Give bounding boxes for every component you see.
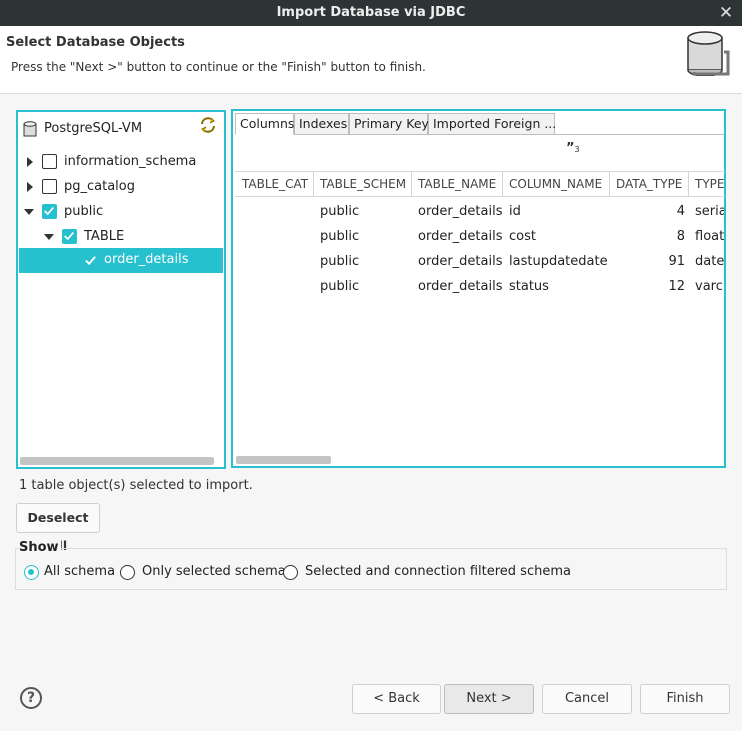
table-row[interactable]: public order_details id 4 seria xyxy=(235,199,724,224)
table-row[interactable]: public order_details status 12 varcl xyxy=(235,274,724,299)
expand-arrow-icon[interactable] xyxy=(25,156,35,168)
back-button[interactable]: < Back xyxy=(352,684,441,714)
tree-node-pg-catalog[interactable]: pg_catalog xyxy=(20,175,224,199)
cell-table-schem: public xyxy=(320,279,360,294)
cell-data-type: 8 xyxy=(676,229,685,244)
cell-table-name: order_details xyxy=(418,254,503,269)
deselect-all-button[interactable]: Deselect All xyxy=(16,503,100,553)
cell-table-schem: public xyxy=(320,204,360,219)
page-title: Select Database Objects xyxy=(6,35,185,50)
cell-column-name: cost xyxy=(509,229,536,244)
tab-imported-foreign[interactable]: Imported Foreign ... xyxy=(428,113,556,135)
tree-root[interactable]: PostgreSQL-VM xyxy=(22,118,222,140)
radio-dot[interactable] xyxy=(283,565,298,580)
node-label: order_details xyxy=(104,252,189,267)
wizard-banner: Select Database Objects Press the "Next … xyxy=(0,26,742,94)
radio-all-schema[interactable]: All schema xyxy=(24,564,124,582)
column-header-table-schem[interactable]: TABLE_SCHEM xyxy=(314,171,412,197)
close-icon[interactable]: ✕ xyxy=(716,0,736,26)
node-label: information_schema xyxy=(64,154,197,169)
details-horizontal-scrollbar[interactable] xyxy=(236,456,331,464)
connection-label: PostgreSQL-VM xyxy=(44,121,143,136)
cell-table-name: order_details xyxy=(418,204,503,219)
tab-primary-key[interactable]: Primary Key xyxy=(349,113,429,135)
table-row[interactable]: public order_details cost 8 float xyxy=(235,224,724,249)
node-checkbox[interactable] xyxy=(62,229,77,244)
check-icon xyxy=(64,232,74,241)
table-marker: ”3 xyxy=(566,141,580,156)
radio-dot[interactable] xyxy=(120,565,135,580)
cell-column-name: id xyxy=(509,204,521,219)
tree-node-information-schema[interactable]: information_schema xyxy=(20,150,224,174)
cell-data-type: 4 xyxy=(676,204,685,219)
column-header-table-name[interactable]: TABLE_NAME xyxy=(412,171,503,197)
tree-horizontal-scrollbar[interactable] xyxy=(20,457,214,465)
cell-data-type: 12 xyxy=(668,279,685,294)
column-header-table-cat[interactable]: TABLE_CAT xyxy=(236,171,314,197)
collapse-arrow-icon[interactable] xyxy=(44,231,54,243)
collapse-arrow-icon[interactable] xyxy=(24,206,34,218)
finish-button[interactable]: Finish xyxy=(640,684,730,714)
cell-table-name: order_details xyxy=(418,229,503,244)
cell-type: date xyxy=(695,254,724,269)
marker-glyph: ” xyxy=(566,141,575,156)
node-checkbox[interactable] xyxy=(42,204,57,219)
cancel-button[interactable]: Cancel xyxy=(542,684,632,714)
help-icon[interactable]: ? xyxy=(20,687,42,709)
selection-status: 1 table object(s) selected to import. xyxy=(19,478,253,493)
next-button[interactable]: Next > xyxy=(444,684,534,714)
node-label: pg_catalog xyxy=(64,179,135,194)
cell-column-name: status xyxy=(509,279,549,294)
radio-selected-filtered-schema[interactable]: Selected and connection filtered schema xyxy=(283,564,571,582)
window-title: Import Database via JDBC xyxy=(276,5,466,20)
page-description: Press the "Next >" button to continue or… xyxy=(11,60,426,74)
tree-node-order-details[interactable]: order_details xyxy=(19,248,223,273)
database-tree-panel: PostgreSQL-VM information_schema pg_cata… xyxy=(16,110,226,469)
cell-type: float xyxy=(695,229,724,244)
radio-label: All schema xyxy=(44,564,116,579)
cell-data-type: 91 xyxy=(668,254,685,269)
node-checkbox[interactable] xyxy=(42,179,57,194)
details-panel: Columns Indexes Primary Key Imported For… xyxy=(231,109,726,468)
check-icon[interactable] xyxy=(84,254,97,267)
window-titlebar: Import Database via JDBC ✕ xyxy=(0,0,742,26)
tab-indexes[interactable]: Indexes xyxy=(294,113,349,135)
check-icon xyxy=(44,207,54,216)
node-checkbox[interactable] xyxy=(42,154,57,169)
refresh-icon[interactable] xyxy=(198,115,218,135)
node-label: TABLE xyxy=(84,229,125,244)
tree-node-table[interactable]: TABLE xyxy=(20,225,224,249)
radio-label: Only selected schema xyxy=(142,564,286,579)
cell-table-name: order_details xyxy=(418,279,503,294)
marker-sub: 3 xyxy=(574,145,580,154)
cell-column-name: lastupdatedate xyxy=(509,254,608,269)
radio-label: Selected and connection filtered schema xyxy=(305,564,571,579)
tree-node-public[interactable]: public xyxy=(20,200,224,224)
database-icon xyxy=(687,31,730,76)
expand-arrow-icon[interactable] xyxy=(25,181,35,193)
column-header-type[interactable]: TYPE xyxy=(689,171,724,197)
table-row[interactable]: public order_details lastupdatedate 91 d… xyxy=(235,249,724,274)
cell-type: varcl xyxy=(695,279,724,294)
column-header-data-type[interactable]: DATA_TYPE xyxy=(610,171,689,197)
tab-columns[interactable]: Columns xyxy=(235,113,294,135)
cell-table-schem: public xyxy=(320,254,360,269)
cell-type: seria xyxy=(695,204,724,219)
cell-table-schem: public xyxy=(320,229,360,244)
node-label: public xyxy=(64,204,104,219)
radio-dot[interactable] xyxy=(24,565,39,580)
database-small-icon xyxy=(23,121,37,137)
column-header-column-name[interactable]: COLUMN_NAME xyxy=(503,171,610,197)
show-label: Show xyxy=(19,540,61,555)
radio-only-selected-schema[interactable]: Only selected schema xyxy=(120,564,286,582)
tabs-underline xyxy=(294,134,724,135)
